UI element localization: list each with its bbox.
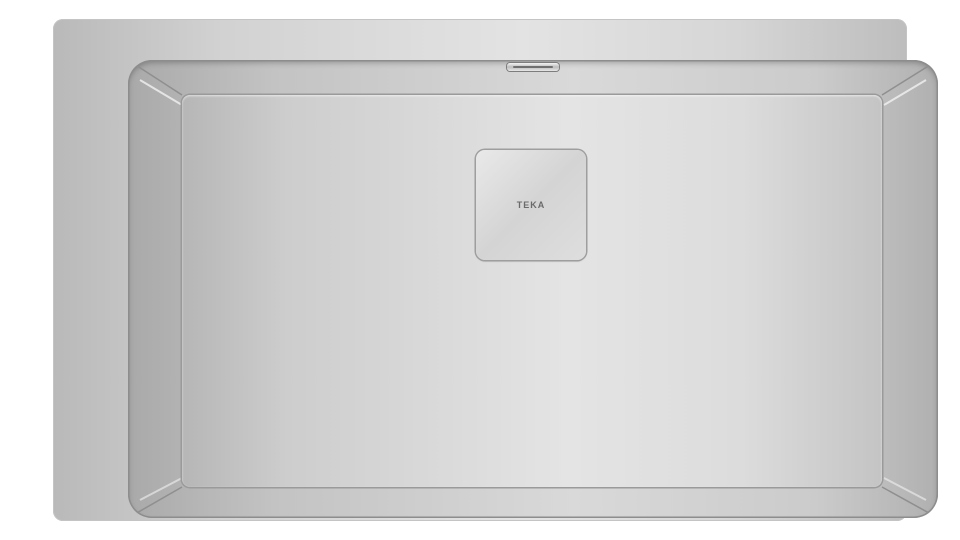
brand-logo: TEKA xyxy=(516,200,546,210)
wall-highlight-left xyxy=(139,79,183,106)
wall-highlight-right xyxy=(883,79,927,106)
sink-bowl: TEKA xyxy=(128,60,938,518)
product-photo: TEKA xyxy=(0,0,960,540)
overflow-slot-icon xyxy=(507,63,559,71)
drain-cover-icon: TEKA xyxy=(476,150,586,260)
wall-highlight-bottom-right xyxy=(883,477,927,501)
sink-floor: TEKA xyxy=(182,95,882,487)
wall-highlight-bottom-left xyxy=(139,477,183,501)
sink-rim: TEKA xyxy=(53,19,938,521)
